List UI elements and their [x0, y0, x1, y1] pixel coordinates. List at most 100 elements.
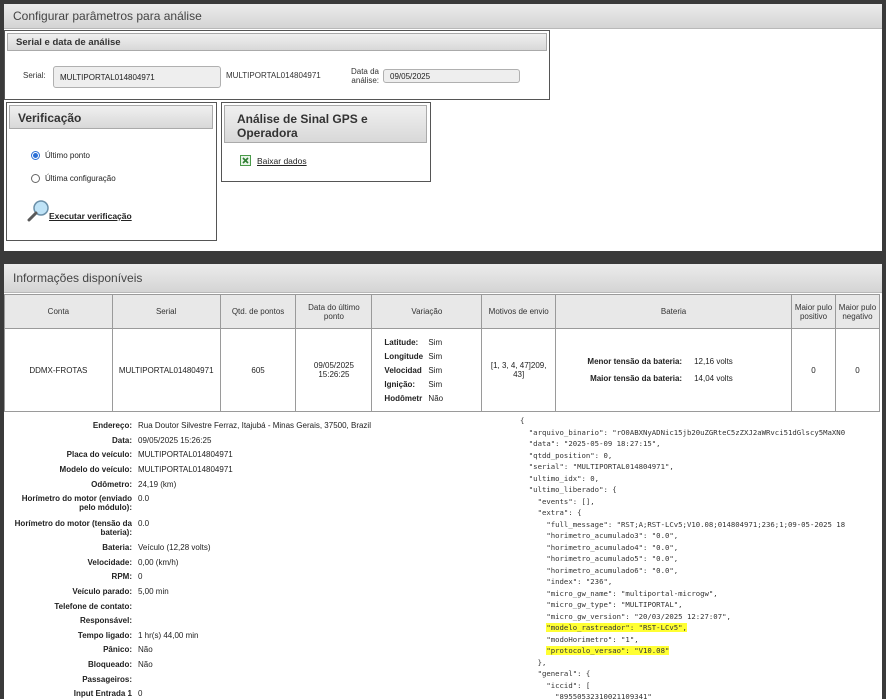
detail-value: 0,00 (km/h) [138, 558, 179, 567]
cell-data-ultimo-ponto: 09/05/2025 15:26:25 [295, 328, 373, 412]
detail-key: Telefone de contato: [54, 602, 132, 611]
json-line: "iccid": [ [520, 680, 591, 690]
execute-verification-link[interactable]: Executar verificação [49, 211, 132, 221]
detail-value: 09/05/2025 15:26:25 [138, 436, 212, 445]
date-input[interactable]: 09/05/2025 [383, 69, 520, 83]
json-line: }, [520, 657, 547, 667]
json-line: "micro_gw_name": "multiportal-microgw", [520, 588, 718, 598]
json-line: "data": "2025-05-09 18:27:15", [520, 439, 661, 448]
json-line: "events": [], [520, 496, 595, 506]
detail-key: Horímetro do motor (tensão da bateria): [14, 519, 132, 537]
json-line: "ultimo_idx": 0, [520, 473, 600, 483]
json-line: "index": "236", [520, 577, 613, 586]
cell-maior-pulo-positivo: 0 [791, 328, 836, 412]
column-header: Conta [4, 294, 113, 329]
detail-value: 5,00 min [138, 587, 169, 596]
column-header: Maior pulo negativo [834, 294, 881, 329]
detail-key: RPM: [111, 572, 132, 581]
json-line: "arquivo_binario": "rO0ABXNyADNic15jb20u… [520, 427, 846, 437]
detail-value: Rua Doutor Silvestre Ferraz, Itajubá - M… [138, 421, 371, 430]
detail-row: Data: 09/05/2025 15:26:25 [4, 436, 211, 445]
detail-row: Odômetro: 24,19 (km) [4, 480, 176, 489]
cell-variacao: Latitude: Sim Longitude Sim Velocidad Sim I… [371, 328, 483, 412]
variacao-label: Ignição: [384, 379, 416, 389]
detail-key: Endereço: [92, 421, 132, 430]
detail-value: 0.0 [138, 494, 150, 503]
detail-key: Tempo ligado: [77, 631, 132, 640]
column-header: Serial [111, 294, 221, 329]
radio-unselected-icon[interactable] [31, 174, 40, 183]
detail-key: Odômetro: [91, 480, 132, 489]
detail-row: Passageiros: [4, 675, 138, 684]
variacao-value: Sim [428, 337, 443, 347]
detail-row: Endereço: Rua Doutor Silvestre Ferraz, It… [4, 421, 371, 430]
gps-analysis-title: Análise de Sinal GPS e Operadora [224, 105, 427, 143]
detail-value: Veículo (12,28 volts) [138, 543, 211, 552]
detail-row: Bateria: Veículo (12,28 volts) [4, 543, 210, 552]
download-data-button[interactable]: Baixar dados [240, 155, 307, 166]
json-highlight: "modelo_rastreador": "RST-LCv5", [546, 623, 687, 632]
variacao-value: Sim [428, 351, 443, 361]
serial-input[interactable]: MULTIPORTAL014804971 [53, 66, 221, 88]
table-header-row: Conta Serial Qtd. de pontos Data do últi… [4, 294, 881, 329]
detail-key: Input Entrada 1 [73, 689, 132, 698]
detail-key: Pânico: [103, 645, 132, 654]
magnifier-icon [27, 200, 49, 222]
json-highlight: "protocolo_versao": "V10.08" [546, 646, 670, 655]
option-label: Último ponto [45, 151, 90, 160]
info-table: Conta Serial Qtd. de pontos Data do últi… [4, 294, 881, 412]
serial-label: Serial: [23, 71, 46, 80]
detail-value: 0 [138, 689, 143, 698]
table-row: DDMX-FROTAS MULTIPORTAL014804971 605 09/… [4, 328, 881, 412]
detail-row: RPM: 0 [4, 572, 143, 581]
detail-value: Não [138, 645, 153, 654]
json-line: "modoHorimetro": "1", [520, 634, 639, 644]
download-data-link[interactable]: Baixar dados [257, 156, 307, 166]
variacao-value: Sim [428, 379, 443, 389]
detail-row: Placa do veículo: MULTIPORTAL014804971 [4, 450, 233, 459]
detail-key: Bloqueado: [88, 660, 132, 669]
bateria-label: Menor tensão da bateria: [587, 357, 683, 366]
detail-value: MULTIPORTAL014804971 [138, 465, 233, 474]
spreadsheet-icon [240, 155, 251, 166]
config-panel: Configurar parâmetros para análise Seria… [4, 4, 882, 251]
json-line: "micro_gw_type": "MULTIPORTAL", [520, 600, 683, 609]
detail-key: Horímetro do motor (enviado pelo módulo)… [21, 494, 132, 512]
gps-analysis-section: Análise de Sinal GPS e Operadora Baixar … [221, 102, 431, 182]
cell-bateria: Menor tensão da bateria: 12,16 volts Maio… [555, 328, 793, 412]
bateria-value: 12,16 volts [694, 357, 733, 366]
serial-section-title: Serial e data de análise [7, 33, 547, 51]
option-ultima-configuracao[interactable]: Última configuração [31, 174, 116, 183]
json-line: "micro_gw_version": "20/03/2025 12:27:07… [520, 611, 731, 621]
json-line: "protocolo_versao": "V10.08" [520, 645, 880, 657]
detail-key: Passageiros: [82, 675, 132, 684]
variacao-label: Latitude: [384, 337, 419, 347]
variacao-value: Não [428, 393, 444, 403]
radio-selected-icon[interactable] [31, 151, 40, 160]
detail-value: MULTIPORTAL014804971 [138, 450, 233, 459]
detail-value: Não [138, 660, 153, 669]
info-panel-title: Informações disponíveis [4, 264, 882, 293]
bateria-value: 14,04 volts [694, 374, 733, 383]
detail-row: Responsável: [4, 616, 138, 625]
option-label: Última configuração [45, 174, 116, 183]
detail-row: Pânico: Não [4, 645, 153, 654]
detail-key: Bateria: [102, 543, 132, 552]
variacao-label: Velocidad [384, 365, 422, 375]
execute-verification-button[interactable]: Executar verificação [27, 199, 132, 223]
detail-row: Tempo ligado: 1 hr(s) 44,00 min [4, 631, 199, 640]
json-line: "serial": "MULTIPORTAL014804971", [520, 462, 674, 471]
cell-conta: DDMX-FROTAS [4, 328, 113, 412]
detail-key: Responsável: [79, 616, 132, 625]
detail-row: Input Entrada 1 0 [4, 689, 143, 698]
json-line: "horimetro_acumulado3": "0.0", [520, 531, 679, 540]
json-viewer[interactable]: { "arquivo_binario": "rO0ABXNyADNic15jb2… [520, 415, 880, 699]
json-line: "qtdd_position": 0, [520, 450, 613, 460]
column-header: Motivos de envio [481, 294, 557, 329]
json-line: "89550532310021109341" [520, 692, 652, 699]
cell-serial: MULTIPORTAL014804971 [111, 328, 221, 412]
column-header: Data do último ponto [295, 294, 373, 329]
variacao-label: Hodômetr [384, 393, 423, 403]
option-ultimo-ponto[interactable]: Último ponto [31, 151, 90, 160]
column-header: Bateria [555, 294, 793, 329]
